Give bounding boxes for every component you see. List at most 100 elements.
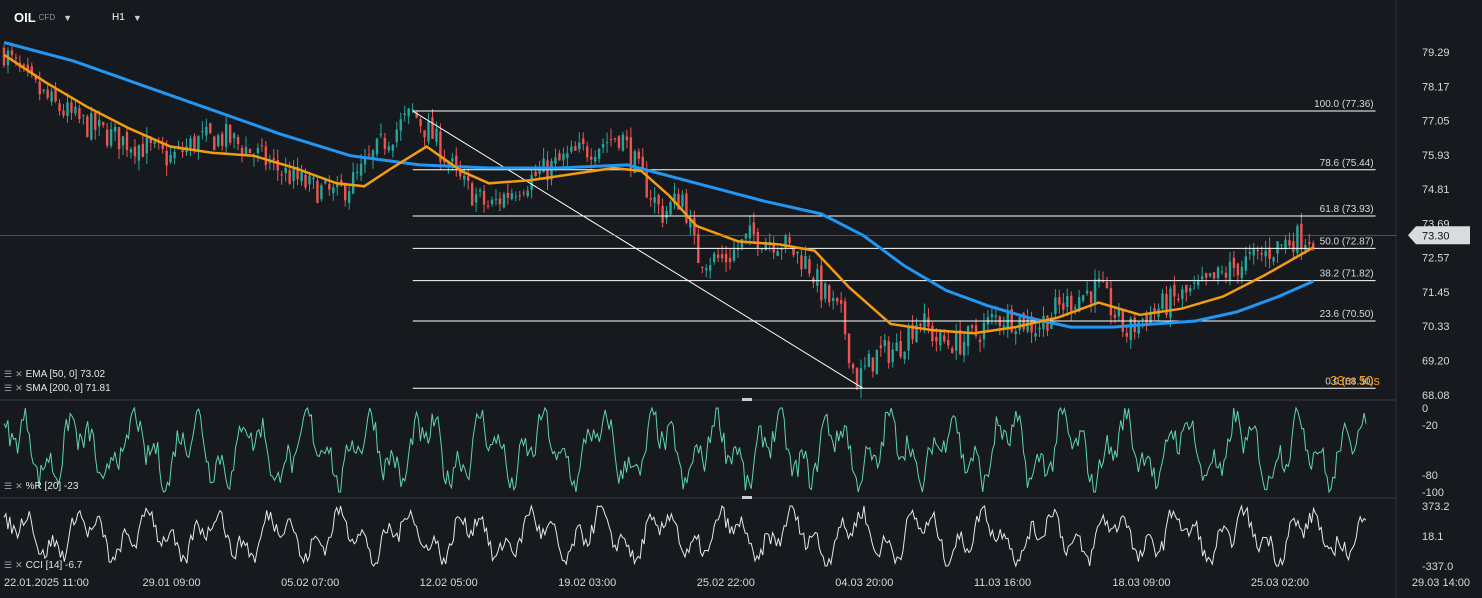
symbol-dropdown-caret-icon[interactable]: ▼ <box>63 13 72 23</box>
candle-body <box>359 163 363 176</box>
candle-body <box>835 297 839 302</box>
candle-body <box>1034 333 1037 337</box>
ema-label: EMA [50, 0] 73.02 <box>25 369 106 380</box>
candle-body <box>463 175 466 180</box>
candle-body <box>367 154 371 156</box>
close-icon[interactable]: ✕ <box>15 369 23 380</box>
price-tick-label: 77.05 <box>1422 116 1450 128</box>
candle-body <box>1248 252 1251 254</box>
candle-body <box>899 340 902 357</box>
time-tick-label: 29.01 09:00 <box>143 577 201 589</box>
cci-legend[interactable]: ☰ ✕ CCI [14] -6.7 <box>4 560 82 571</box>
candle-body <box>1300 223 1303 250</box>
candle-body <box>748 225 752 239</box>
candle-body <box>355 172 359 174</box>
candle-body <box>478 189 482 192</box>
candle-body <box>828 285 831 303</box>
chart-header: OIL CFD ▼ H1 ▼ <box>14 10 142 25</box>
ema-legend[interactable]: ☰ ✕ EMA [50, 0] 73.02 <box>4 369 105 380</box>
candle-body <box>1304 244 1307 250</box>
candle-body <box>1002 325 1005 328</box>
price-chart[interactable]: 100.0 (77.36) 78.6 (75.44) 61.8 (73.93) 50.… <box>0 0 1482 598</box>
close-icon[interactable]: ✕ <box>15 481 23 492</box>
candle-body <box>994 315 998 318</box>
candle-body <box>1252 248 1255 256</box>
candle-body <box>236 137 240 144</box>
price-tick-label: 75.93 <box>1422 150 1450 162</box>
time-tick-label: 11.03 16:00 <box>974 577 1031 589</box>
settings-icon[interactable]: ☰ <box>4 369 12 380</box>
candle-body <box>431 117 434 139</box>
candle-body <box>871 357 875 372</box>
price-tick-label: 74.81 <box>1422 184 1450 196</box>
candle-body <box>931 325 934 342</box>
candle-body <box>1284 239 1287 250</box>
pane-resize-handle[interactable] <box>742 398 752 401</box>
candle-body <box>804 256 807 269</box>
williams-tick-label: -20 <box>1422 420 1438 432</box>
candle-body <box>1268 247 1271 259</box>
candle-body <box>1197 281 1200 286</box>
time-tick-label: 18.03 09:00 <box>1112 577 1170 589</box>
candle-body <box>288 170 291 184</box>
candle-body <box>724 253 728 263</box>
close-icon[interactable]: ✕ <box>15 383 23 394</box>
candle-body <box>1062 303 1065 310</box>
candle-body <box>1093 279 1097 303</box>
candle-body <box>58 103 61 111</box>
cci-tick-label: -337.0 <box>1422 561 1453 573</box>
candle-body <box>129 149 133 153</box>
candle-body <box>482 190 486 205</box>
candle-body <box>530 175 533 190</box>
candle-body <box>728 257 732 263</box>
candle-body <box>919 323 922 327</box>
pane-resize-handle[interactable] <box>742 496 752 499</box>
candle-body <box>101 121 105 126</box>
williams-tick-label: 0 <box>1422 403 1428 415</box>
timeframe-selector[interactable]: H1 <box>112 12 125 23</box>
sma-legend[interactable]: ☰ ✕ SMA [200, 0] 71.81 <box>4 383 111 394</box>
candle-body <box>990 314 994 318</box>
candle-body <box>490 199 494 204</box>
candle-body <box>951 348 954 354</box>
candle-body <box>1228 261 1232 281</box>
candle-body <box>1288 240 1291 246</box>
candle-body <box>954 330 958 351</box>
candle-body <box>351 172 355 194</box>
settings-icon[interactable]: ☰ <box>4 383 12 394</box>
candle-body <box>419 119 422 127</box>
candle-body <box>141 143 145 157</box>
candle-body <box>586 146 589 158</box>
candle-body <box>1181 289 1184 299</box>
settings-icon[interactable]: ☰ <box>4 481 12 492</box>
candle-body <box>510 193 514 200</box>
time-tick-label: 12.02 05:00 <box>420 577 478 589</box>
settings-icon[interactable]: ☰ <box>4 560 12 571</box>
sma-label: SMA [200, 0] 71.81 <box>25 383 111 394</box>
candle-body <box>1216 267 1220 279</box>
candle-body <box>939 331 942 346</box>
candle-body <box>486 205 490 207</box>
candle-body <box>1054 297 1057 314</box>
candle-body <box>617 136 621 148</box>
candle-body <box>1224 272 1228 278</box>
williams-legend[interactable]: ☰ ✕ %R [20] -23 <box>4 481 78 492</box>
candle-body <box>1193 282 1196 284</box>
symbol-name[interactable]: OIL <box>14 10 36 25</box>
candle-body <box>1129 318 1132 341</box>
candle-body <box>1185 285 1188 293</box>
candle-body <box>693 217 696 236</box>
candle-body <box>1173 284 1176 297</box>
timeframe-dropdown-caret-icon[interactable]: ▼ <box>133 13 142 23</box>
candle-body <box>224 124 228 147</box>
last-price-label: 73.30 <box>1422 230 1450 242</box>
candle-body <box>1066 296 1069 307</box>
candle-body <box>1089 291 1093 303</box>
candle-body <box>1232 257 1236 268</box>
candle-body <box>411 108 414 110</box>
candle-body <box>280 174 283 176</box>
candle-body <box>578 142 581 150</box>
close-icon[interactable]: ✕ <box>15 560 23 571</box>
time-tick-label: 22.01.2025 11:00 <box>4 577 89 589</box>
candle-body <box>1006 311 1009 330</box>
